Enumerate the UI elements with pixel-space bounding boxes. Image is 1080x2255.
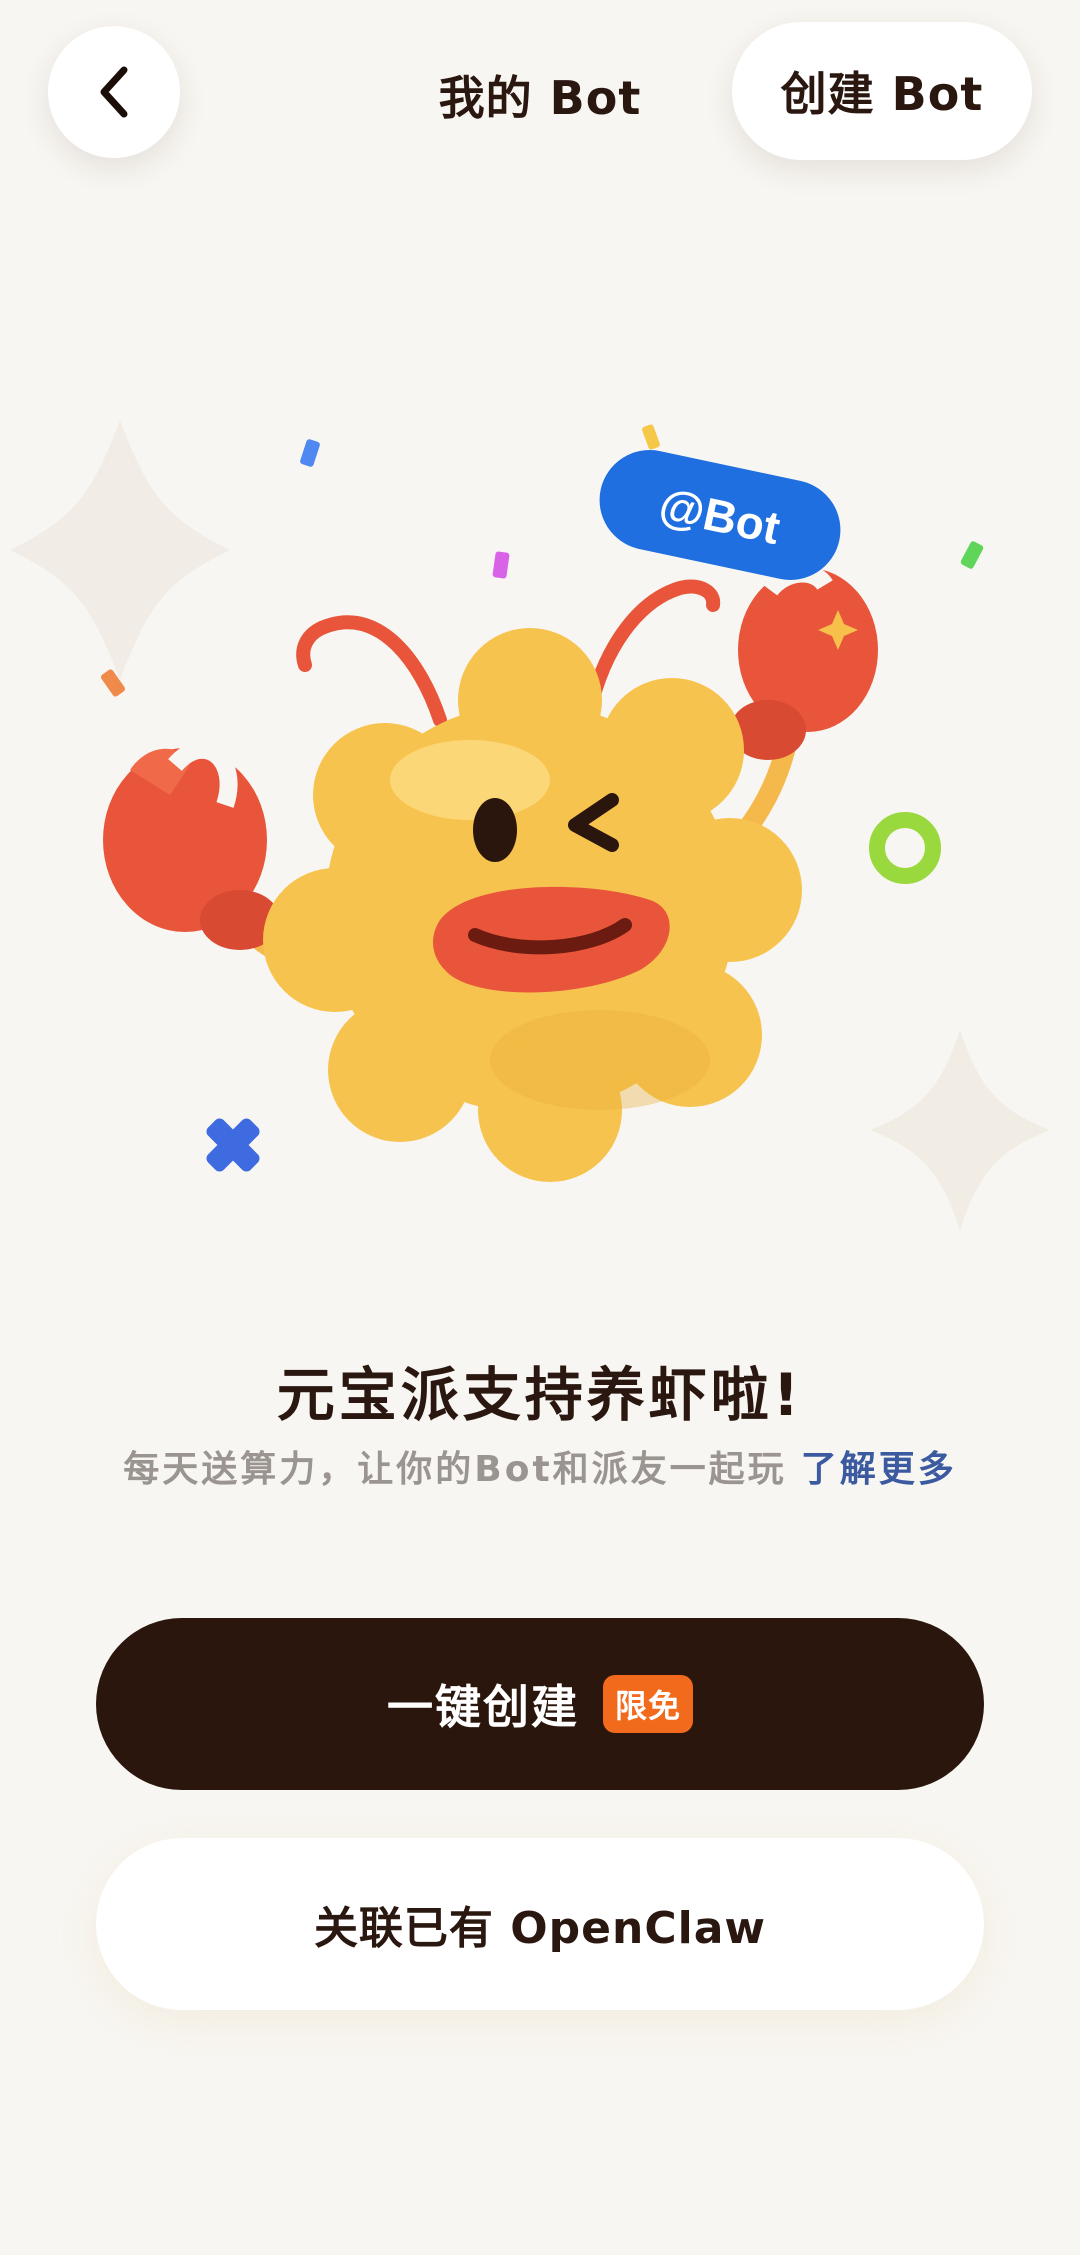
subline: 每天送算力，让你的Bot和派友一起玩 了解更多 [0, 1440, 1080, 1492]
one-click-create-label: 一键创建 [386, 1680, 579, 1734]
free-badge: 限免 [602, 1675, 693, 1733]
left-antenna [296, 615, 447, 727]
one-click-create-button[interactable]: 一键创建 限免 [96, 1618, 984, 1790]
confetti-magenta [492, 551, 510, 579]
sparkle-shape-right [870, 1030, 1050, 1230]
confetti-blue [300, 439, 320, 467]
subline-text: 每天送算力，让你的Bot和派友一起玩 [123, 1449, 787, 1490]
learn-more-link[interactable]: 了解更多 [801, 1449, 957, 1490]
confetti-green [960, 541, 984, 569]
create-bot-button[interactable]: 创建 Bot [732, 22, 1032, 160]
top-bar: 我的 Bot 创建 Bot [0, 0, 1080, 190]
headline: 元宝派支持养虾啦! [276, 1361, 804, 1429]
ring-shape [869, 812, 941, 884]
link-openclaw-button[interactable]: 关联已有 OpenClaw [96, 1838, 984, 2010]
confetti-yellow [642, 424, 660, 450]
right-claw [730, 564, 878, 760]
cross-shape [206, 1118, 260, 1172]
sparkle-shape-left [10, 420, 230, 680]
bot-badge: @Bot [599, 450, 841, 580]
mascot-eye [473, 798, 517, 862]
mascot-illustration: @Bot [10, 420, 1050, 1230]
left-claw [103, 740, 280, 950]
hero-illustration: @Bot [0, 300, 1080, 1280]
